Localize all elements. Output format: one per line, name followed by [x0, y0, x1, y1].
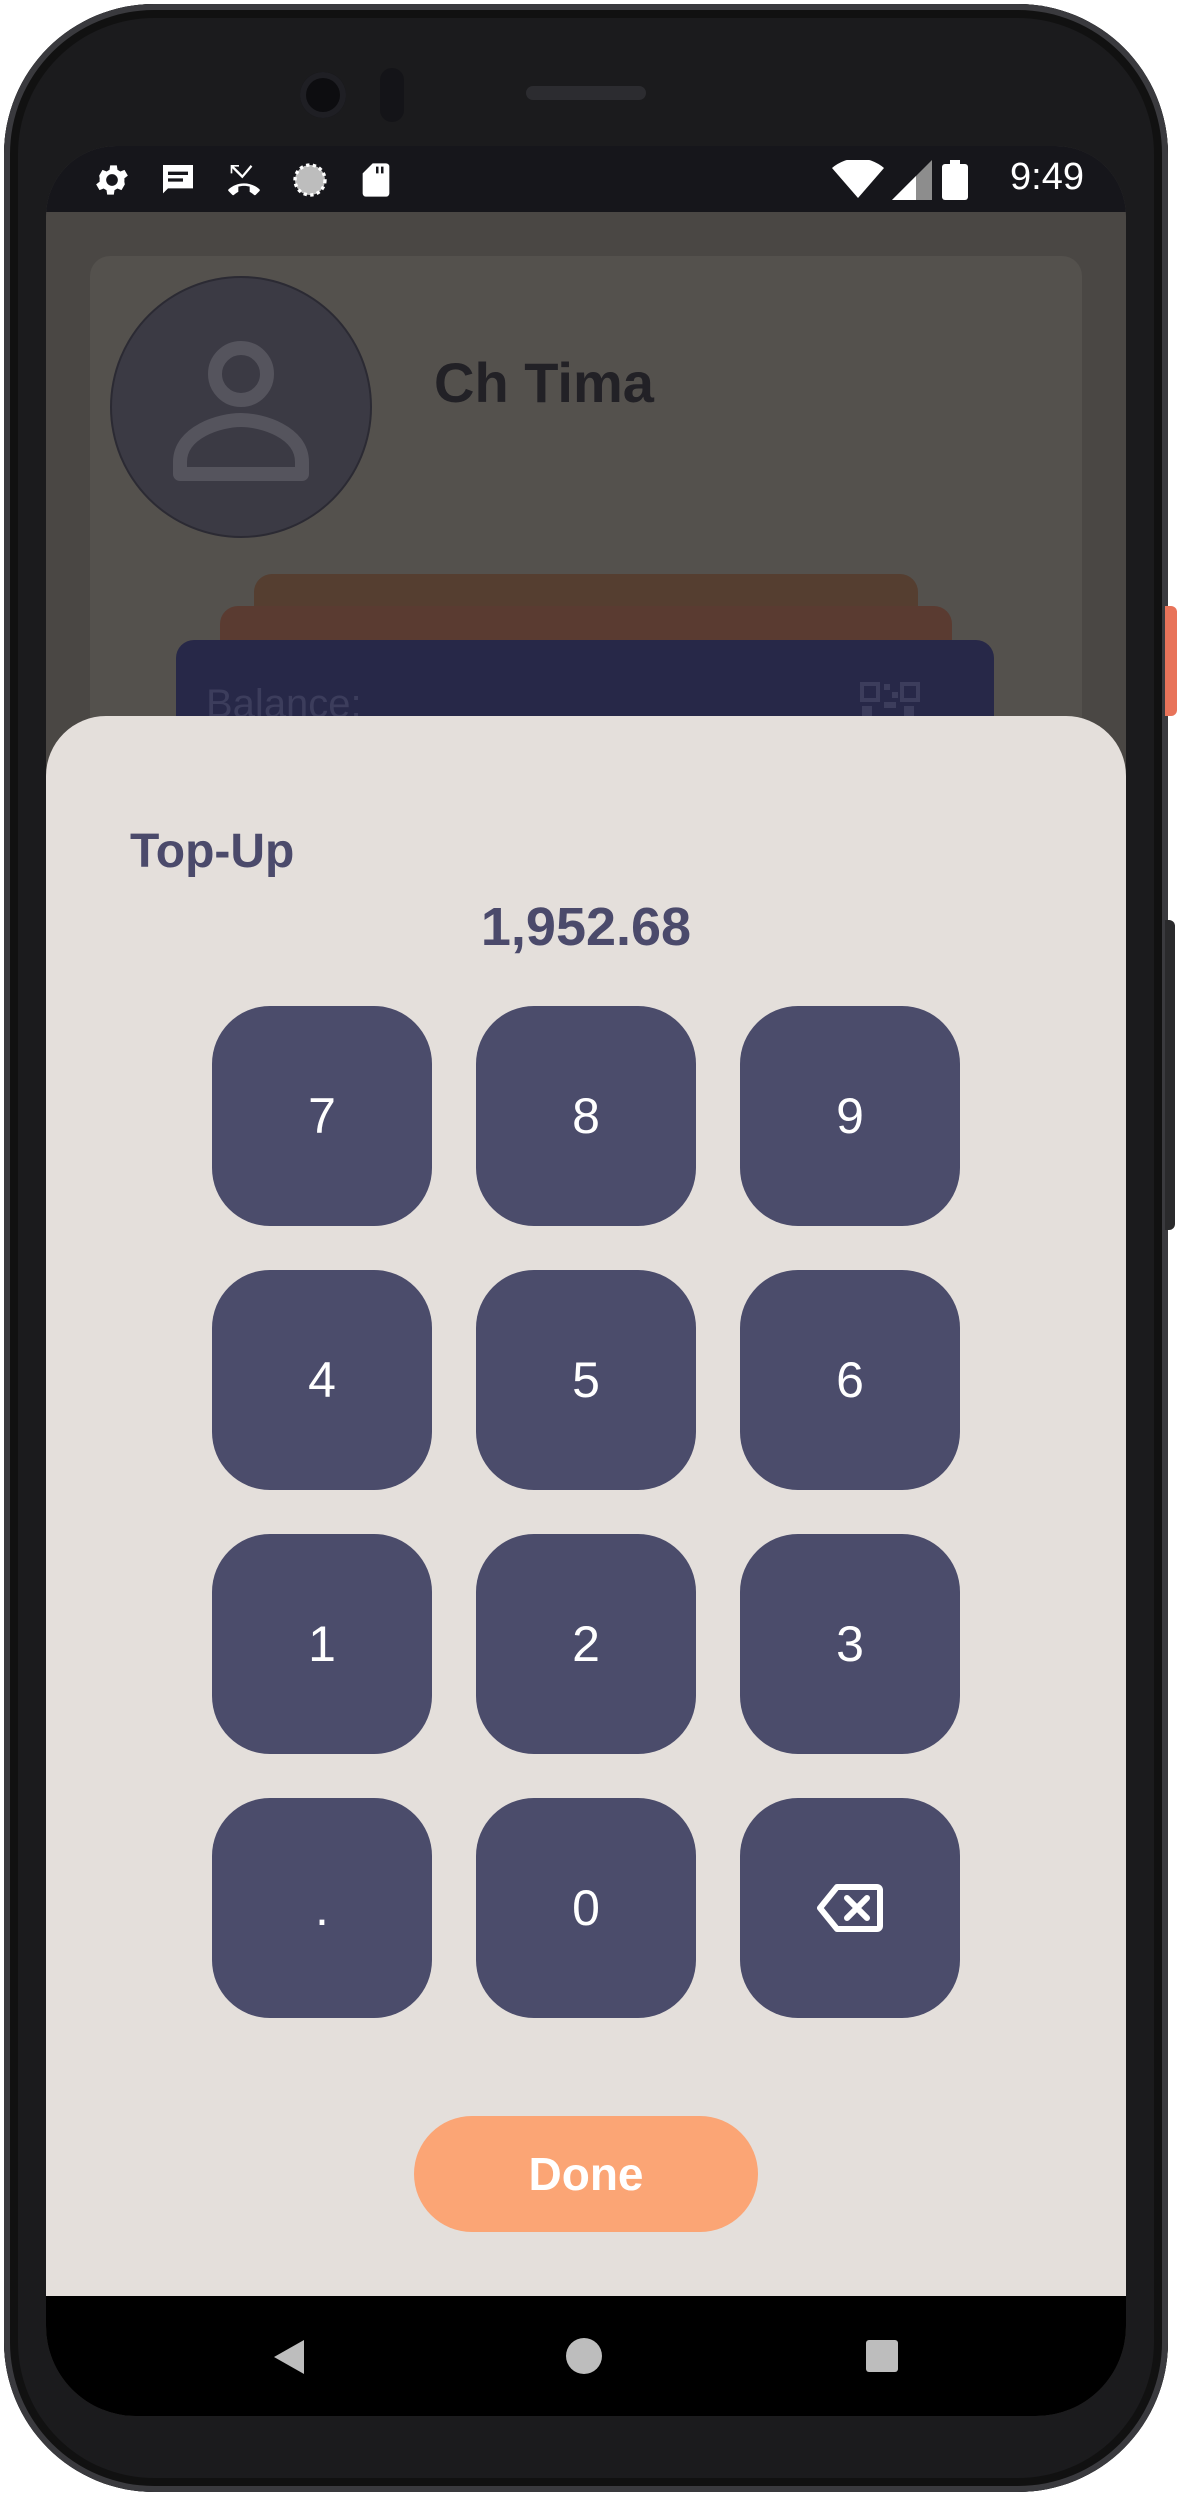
earpiece-speaker [526, 86, 646, 100]
back-icon[interactable] [274, 2340, 304, 2374]
key-8[interactable]: 8 [476, 1006, 696, 1226]
avatar [112, 278, 370, 536]
key-1[interactable]: 1 [212, 1534, 432, 1754]
key-decimal[interactable]: . [212, 1798, 432, 2018]
battery-icon [940, 160, 970, 200]
person-icon [173, 341, 309, 481]
proximity-sensor [380, 68, 404, 122]
signal-icon [892, 160, 932, 200]
volume-button [1165, 920, 1175, 1230]
key-9[interactable]: 9 [740, 1006, 960, 1226]
status-bar: 9:49 [46, 146, 1126, 212]
sync-icon [290, 160, 330, 200]
front-camera [300, 72, 346, 118]
status-time: 9:49 [1010, 156, 1084, 198]
backspace-icon [817, 1884, 883, 1932]
navigation-bar [46, 2296, 1126, 2416]
user-name: Ch Tima [434, 351, 654, 414]
topup-bottom-sheet: Top-Up 1,952.68 7 8 9 4 5 6 1 2 3 . 0 Do… [46, 716, 1126, 2296]
qr-code-icon [860, 682, 920, 718]
gear-icon [92, 160, 132, 200]
recents-icon[interactable] [866, 2340, 898, 2372]
missed-call-icon [224, 160, 264, 200]
wifi-icon [832, 158, 884, 200]
screen: 9:49 Ch Tima Balance: Top-Up 1,952.68 7 … [46, 146, 1126, 2416]
key-6[interactable]: 6 [740, 1270, 960, 1490]
done-button[interactable]: Done [414, 2116, 758, 2232]
key-2[interactable]: 2 [476, 1534, 696, 1754]
key-0[interactable]: 0 [476, 1798, 696, 2018]
power-button [1165, 606, 1177, 716]
key-7[interactable]: 7 [212, 1006, 432, 1226]
amount-display: 1,952.68 [480, 897, 692, 957]
home-icon[interactable] [566, 2338, 602, 2374]
sd-card-icon [356, 160, 396, 200]
sheet-title: Top-Up [130, 825, 295, 878]
key-4[interactable]: 4 [212, 1270, 432, 1490]
message-icon [158, 160, 198, 200]
key-5[interactable]: 5 [476, 1270, 696, 1490]
key-backspace[interactable] [740, 1798, 960, 2018]
key-3[interactable]: 3 [740, 1534, 960, 1754]
